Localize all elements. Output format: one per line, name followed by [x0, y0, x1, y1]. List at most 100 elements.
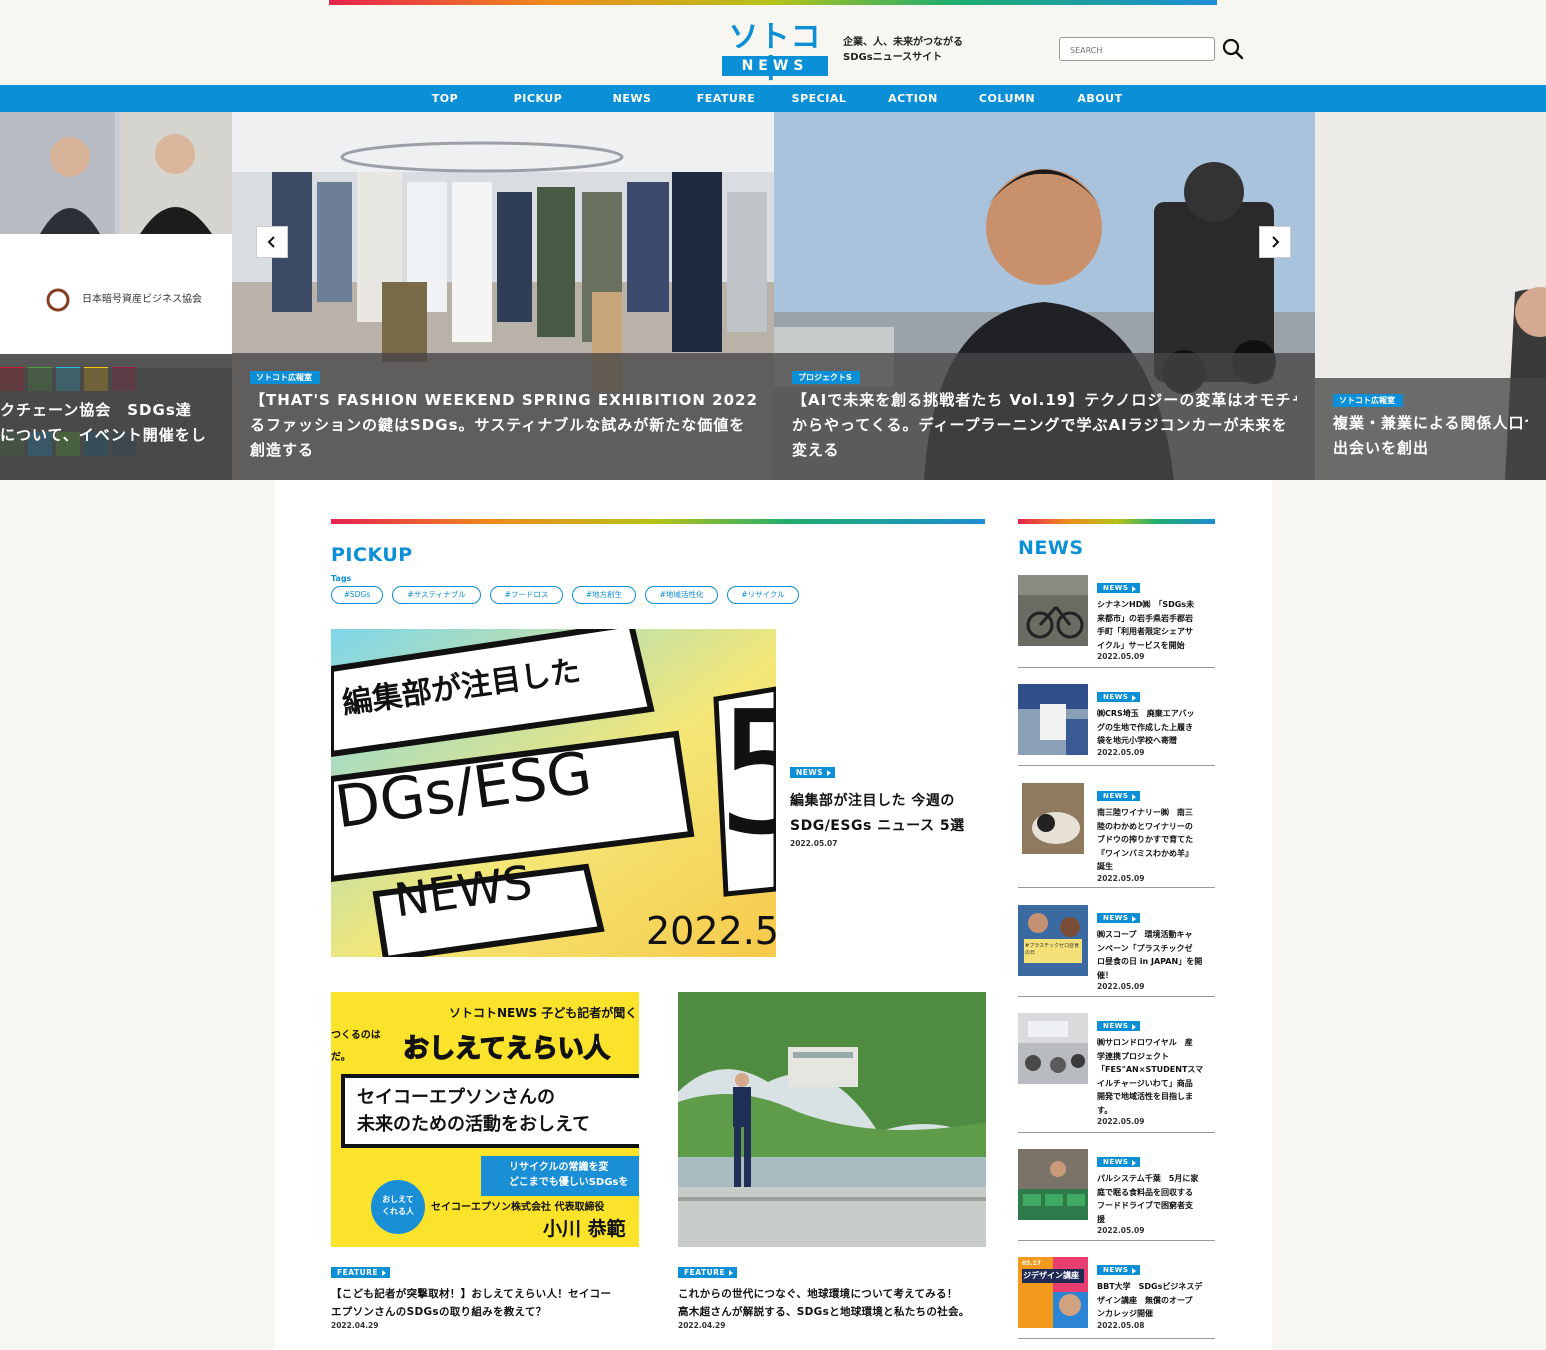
thumb-company: セイコーエプソン株式会社 代表取締役: [431, 1202, 605, 1213]
news-thumbnail: #プラスチックゼロ昼食の日: [1018, 905, 1088, 976]
category-badge[interactable]: NEWS: [1097, 791, 1141, 801]
slide-title-line: るファッションの鍵はSDGs。サスティナブルな試みが新たな価値を: [250, 416, 746, 434]
pickup-heading: PICKUP: [331, 544, 413, 566]
slide-title-line: 複業・兼業による関係人口づ: [1333, 414, 1528, 432]
tag-food-loss[interactable]: #フードロス: [490, 586, 563, 604]
slide-title-line: 【AIで未来を創る挑戦者たち Vol.19】テクノロジーの変革はオモチャ: [792, 391, 1297, 409]
hero-slide[interactable]: ソトコト広報室 複業・兼業による関係人口づ 出会いを創出: [1315, 112, 1546, 480]
nav-action[interactable]: ACTION: [888, 85, 938, 112]
featured-article-title[interactable]: 編集部が注目した 今週の SDG/ESGs ニュース 5選: [790, 789, 990, 839]
category-badge[interactable]: FEATURE: [331, 1267, 391, 1278]
nav-about[interactable]: ABOUT: [1077, 85, 1122, 112]
category-badge[interactable]: FEATURE: [678, 1267, 738, 1278]
news-title: ㈱サロンドロワイヤル 産 学連携プロジェクト 「FES"AN×STUDENTスマ…: [1097, 1036, 1215, 1117]
nav-special[interactable]: SPECIAL: [792, 85, 847, 112]
news-thumbnail: [1022, 783, 1084, 854]
article-card[interactable]: ソトコトNEWS 子ども記者が聞く つくるのは だ。 おしえてえらい人 セイコー…: [331, 992, 639, 1330]
title-line: ロ昼食の日 in JAPAN」を開: [1097, 957, 1203, 966]
nav-pickup[interactable]: PICKUP: [514, 85, 563, 112]
news-thumbnail: [1018, 1013, 1088, 1084]
title-line: 『ワインバミスわかめ羊』: [1097, 848, 1193, 858]
title-line: 誕生: [1097, 862, 1113, 871]
news-list-item[interactable]: NEWS 南三陸ワイナリー㈱ 南三 陸のわかめとワイナリーの ブドウの搾りかすで…: [1018, 783, 1215, 888]
news-rainbow-bar: [1018, 519, 1215, 524]
nav-top[interactable]: TOP: [432, 85, 458, 112]
news-title: シナネンHD㈱ 「SDGs未 来都市」の岩手県岩手郡岩 手町「利用者限定シェアサ…: [1097, 598, 1215, 652]
title-line: 催！: [1097, 970, 1113, 980]
slide-category-badge[interactable]: ソトコト広報室: [1333, 394, 1403, 407]
news-list-item[interactable]: NEWS パルシステム千葉 5月に家 庭で眠る食料品を回収する フードドライブで…: [1018, 1149, 1215, 1241]
title-line: フードドライブで困窮者支: [1097, 1201, 1193, 1210]
title-line: 庭で眠る食料品を回収する: [1097, 1187, 1193, 1197]
slide-title-line: について、イベント開催をし: [0, 426, 207, 444]
pickup-rainbow-bar: [331, 519, 985, 524]
search-box: [1059, 37, 1215, 62]
title-line: パルシステム千葉 5月に家: [1097, 1174, 1199, 1183]
news-thumbnail: [1018, 575, 1088, 646]
news-list-item[interactable]: 05.17 ジデザイン講座 NEWS BBT大学 SDGsビジネスデ ザイン講座…: [1018, 1257, 1215, 1339]
title-line: グの生地で作成した上履き: [1097, 722, 1193, 732]
title-line: エプソンさんのSDGsの取り組みを教えて？: [331, 1306, 547, 1318]
tag-sustainable[interactable]: #サスティナブル: [392, 586, 481, 604]
nav-news[interactable]: NEWS: [613, 85, 652, 112]
category-badge[interactable]: NEWS: [1097, 583, 1141, 593]
thumb-text: ジデザイン講座: [1023, 1271, 1079, 1280]
news-list-item[interactable]: NEWS シナネンHD㈱ 「SDGs未 来都市」の岩手県岩手郡岩 手町「利用者限…: [1018, 575, 1215, 668]
hero-slide[interactable]: ソトコト広報室 【THAT'S FASHION WEEKEND SPRING E…: [232, 112, 774, 480]
news-text: NEWS 南三陸ワイナリー㈱ 南三 陸のわかめとワイナリーの ブドウの搾りかすで…: [1097, 783, 1215, 883]
circle-line: おしえて: [382, 1195, 414, 1204]
article-date: 2022.04.29: [331, 1321, 379, 1330]
news-text: NEWS BBT大学 SDGsビジネスデ ザイン講座 無償のオープ ンカレッジ開…: [1097, 1257, 1215, 1330]
category-badge[interactable]: NEWS: [1097, 692, 1141, 702]
news-list-item[interactable]: NEWS ㈱CRS埼玉 廃棄エアバッ グの生地で作成した上履き 袋を地元小学校へ…: [1018, 684, 1215, 766]
site-logo[interactable]: ソトコト NEWS: [722, 22, 828, 86]
category-badge[interactable]: NEWS: [1097, 1157, 1141, 1167]
search-icon[interactable]: [1222, 38, 1244, 60]
news-date: 2022.05.09: [1097, 873, 1145, 883]
search-input[interactable]: [1060, 39, 1214, 62]
news-title: ㈱スコープ 環境活動キャ ンペーン「プラスチックゼ ロ昼食の日 in JAPAN…: [1097, 928, 1215, 982]
carousel-prev-button[interactable]: [256, 226, 288, 258]
top-rainbow-bar: [329, 0, 1217, 5]
title-line: 袋を地元小学校へ寄贈: [1097, 736, 1177, 745]
article-date: 2022.05.07: [790, 839, 838, 848]
article-date: 2022.04.29: [678, 1321, 726, 1330]
news-thumbnail: [1018, 1149, 1088, 1220]
title-line: ンペーン「プラスチックゼ: [1097, 943, 1193, 953]
title-line: ㈱スコープ 環境活動キャ: [1097, 930, 1193, 939]
category-badge[interactable]: NEWS: [1097, 1021, 1141, 1031]
category-badge[interactable]: NEWS: [1097, 1265, 1141, 1275]
news-title: パルシステム千葉 5月に家 庭で眠る食料品を回収する フードドライブで困窮者支 …: [1097, 1172, 1215, 1226]
news-date: 2022.05.09: [1097, 747, 1145, 757]
slide-category-badge[interactable]: ソトコト広報室: [250, 371, 320, 384]
title-line: 手町「利用者限定シェアサ: [1097, 627, 1193, 636]
featured-article-image[interactable]: 編集部が注目した DGs/ESG NEWS 5 2022.5: [331, 629, 776, 957]
category-badge[interactable]: NEWS: [1097, 913, 1141, 923]
news-text: NEWS シナネンHD㈱ 「SDGs未 来都市」の岩手県岩手郡岩 手町「利用者限…: [1097, 575, 1215, 661]
thumb-box: セイコーエプソンさんの 未来のための活動をおしえて: [341, 1074, 639, 1148]
news-date: 2022.05.09: [1097, 1117, 1145, 1126]
carousel-next-button[interactable]: [1259, 226, 1291, 258]
article-card[interactable]: FEATURE これからの世代につなぐ、地球環境について考えてみる！ 高木超さん…: [678, 992, 986, 1330]
thumb-big-text: おしえてえらい人: [402, 1033, 610, 1065]
tag-regional-activation[interactable]: #地域活性化: [645, 586, 718, 604]
tag-sdgs[interactable]: #SDGs: [331, 586, 383, 604]
nav-column[interactable]: COLUMN: [979, 85, 1035, 112]
title-line: 南三陸ワイナリー㈱ 南三: [1097, 808, 1193, 817]
tag-recycle[interactable]: #リサイクル: [727, 586, 799, 604]
news-title: BBT大学 SDGsビジネスデ ザイン講座 無償のオープ ンカレッジ開催: [1097, 1280, 1215, 1321]
tag-regional-revitalization[interactable]: #地方創生: [572, 586, 636, 604]
news-list-item[interactable]: NEWS ㈱サロンドロワイヤル 産 学連携プロジェクト 「FES"AN×STUD…: [1018, 1013, 1215, 1133]
article-thumbnail: [678, 992, 986, 1247]
hero-slide[interactable]: 日本暗号資産ビジネス協会 クチェーン協会 SDGs達 について、イベント開催をし: [0, 112, 232, 480]
card-title[interactable]: 【こども記者が突撃取材！】おしえてえらい人！セイコー エプソンさんのSDGsの取…: [331, 1285, 639, 1321]
slide-category-badge[interactable]: プロジェクトS: [792, 371, 860, 384]
nav-feature[interactable]: FEATURE: [697, 85, 756, 112]
news-date: 2022.05.09: [1097, 1226, 1145, 1235]
news-list-item[interactable]: #プラスチックゼロ昼食の日 NEWS ㈱スコープ 環境活動キャ ンペーン「プラス…: [1018, 905, 1215, 997]
category-badge[interactable]: NEWS: [790, 767, 836, 778]
thumb-blue-line: どこまでも優しいSDGsを: [509, 1177, 629, 1188]
hero-slide[interactable]: プロジェクトS 【AIで未来を創る挑戦者たち Vol.19】テクノロジーの変革は…: [774, 112, 1315, 480]
chevron-right-icon: [1272, 236, 1280, 248]
card-title[interactable]: これからの世代につなぐ、地球環境について考えてみる！ 高木超さんが解説する、SD…: [678, 1285, 986, 1321]
